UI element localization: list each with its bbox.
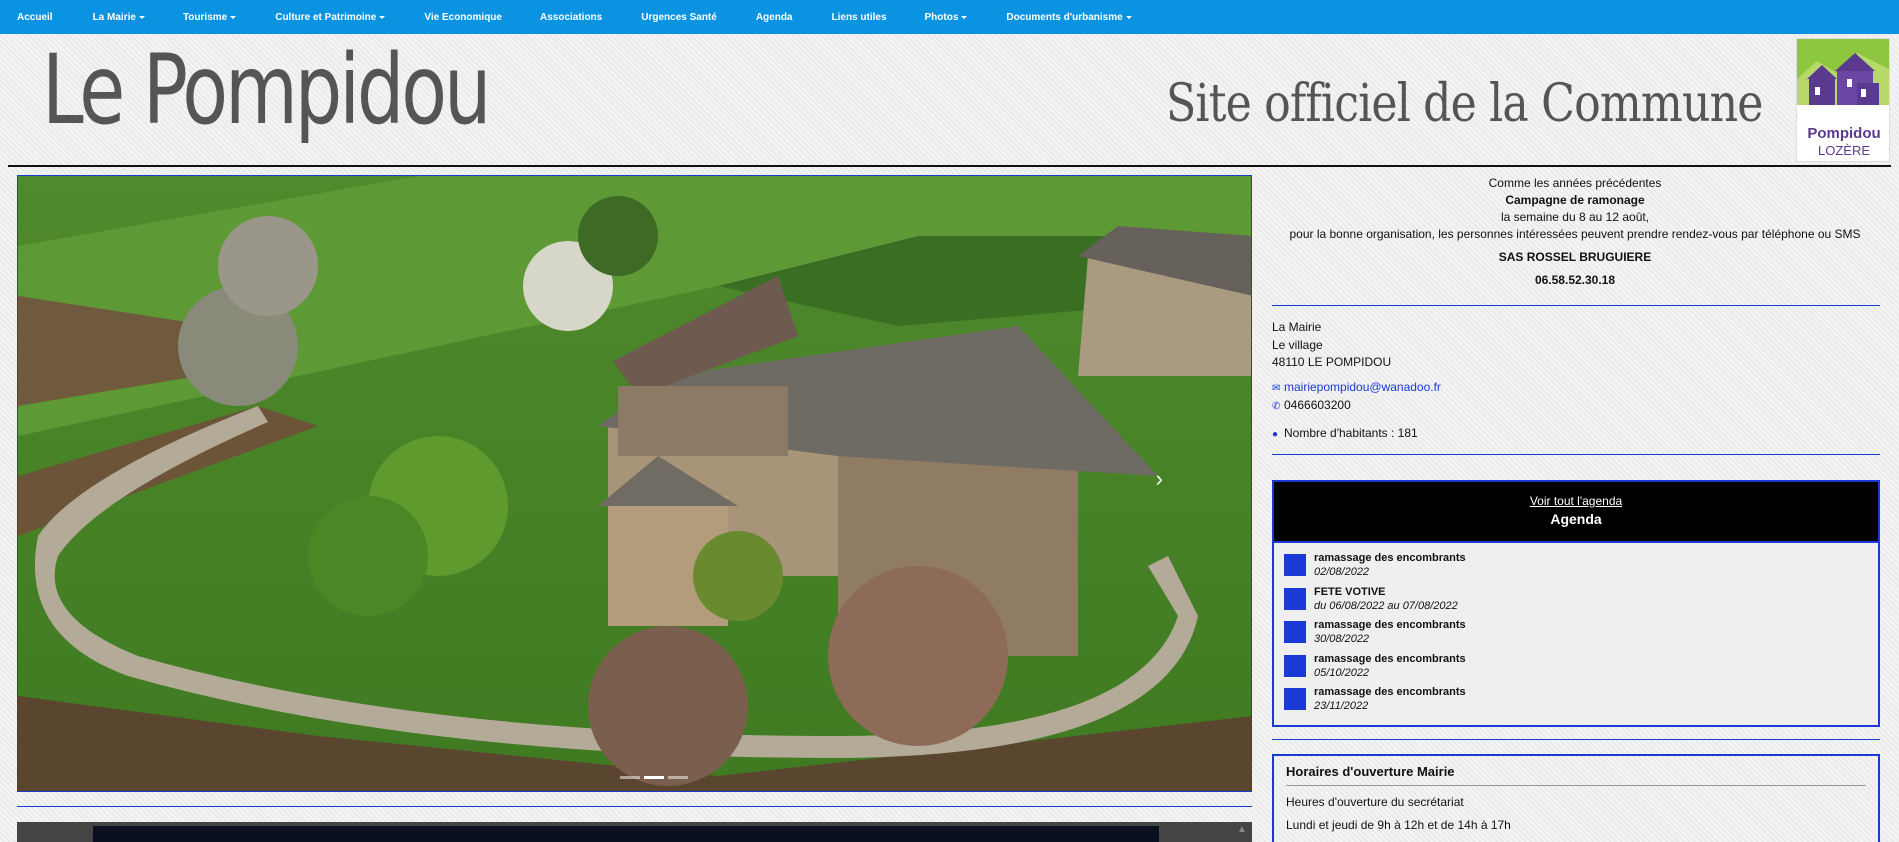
- agenda-item-date: du 06/08/2022 au 07/08/2022: [1314, 599, 1458, 612]
- agenda-item-title: ramassage des encombrants: [1314, 686, 1466, 698]
- section-divider: [1272, 454, 1880, 455]
- agenda-item-title: ramassage des encombrants: [1314, 619, 1466, 631]
- nav-label: Associations: [539, 11, 603, 23]
- opening-hours-widget: Horaires d'ouverture Mairie Heures d'ouv…: [1272, 754, 1880, 842]
- nav-label: Accueil: [17, 11, 53, 23]
- nav-label: Photos: [924, 11, 959, 23]
- agenda-widget: Voir tout l'agenda Agenda ramassage des …: [1272, 480, 1880, 727]
- top-navbar: Accueil La Mairie Tourisme Culture et Pa…: [0, 0, 1899, 34]
- nav-item-agenda[interactable]: Agenda: [756, 0, 793, 34]
- nav-item-liens-utiles[interactable]: Liens utiles: [832, 0, 887, 34]
- nav-label: Culture et Patrimoine: [275, 11, 377, 23]
- nav-item-accueil[interactable]: Accueil: [17, 0, 53, 34]
- chimney-sweep-notice: Comme les années précédentes Campagne de…: [1270, 175, 1880, 289]
- carousel-next-icon[interactable]: ›: [1156, 466, 1163, 492]
- hours-line: Heures d'ouverture du secrétariat: [1286, 795, 1464, 809]
- carousel-dot[interactable]: [668, 776, 688, 779]
- contact-city: 48110 LE POMPIDOU: [1272, 355, 1392, 369]
- agenda-item[interactable]: ramassage des encombrants 30/08/2022: [1284, 618, 1868, 652]
- carousel-dot[interactable]: [620, 776, 640, 779]
- contact-street: Le village: [1272, 337, 1323, 352]
- agenda-item-title: ramassage des encombrants: [1314, 552, 1466, 564]
- nav-item-culture[interactable]: Culture et Patrimoine: [275, 0, 386, 34]
- nav-item-tourisme[interactable]: Tourisme: [182, 0, 237, 34]
- header-divider: [8, 165, 1891, 167]
- users-icon: ●: [1272, 428, 1279, 440]
- calendar-icon: [1284, 554, 1306, 576]
- nav-item-urgences-sante[interactable]: Urgences Santé: [641, 0, 717, 34]
- calendar-icon: [1284, 654, 1306, 677]
- agenda-list: ramassage des encombrants 02/08/2022 FETE…: [1274, 543, 1878, 719]
- agenda-header: Voir tout l'agenda Agenda: [1274, 482, 1878, 543]
- nav-label: Agenda: [755, 11, 793, 23]
- section-divider: [1272, 739, 1880, 740]
- envelope-icon: ✉: [1272, 382, 1281, 394]
- notice-line: Comme les années précédentes: [1488, 176, 1662, 190]
- notice-company: SAS ROSSEL BRUGUIERE: [1498, 250, 1652, 264]
- notice-heading: Campagne de ramonage: [1505, 193, 1645, 207]
- commune-logo[interactable]: Pompidou LOZÈRE: [1796, 38, 1890, 162]
- caret-down-icon: [961, 15, 968, 19]
- carousel-dot[interactable]: [644, 776, 664, 779]
- caret-down-icon: [1125, 15, 1132, 19]
- nav-item-vie-economique[interactable]: Vie Economique: [424, 0, 502, 34]
- agenda-item-title: ramassage des encombrants: [1314, 652, 1466, 665]
- nav-item-documents-urbanisme[interactable]: Documents d'urbanisme: [1006, 0, 1132, 34]
- notice-phone: 06.58.52.30.18: [1534, 273, 1616, 287]
- video-embed[interactable]: [17, 822, 1252, 842]
- video-frame: [93, 826, 1159, 842]
- notice-line: la semaine du 8 au 12 août,: [1500, 210, 1650, 224]
- agenda-item-title: FETE VOTIVE: [1314, 585, 1386, 598]
- section-divider: [1272, 305, 1880, 306]
- hours-title: Horaires d'ouverture Mairie: [1286, 764, 1866, 786]
- nav-label: Vie Economique: [424, 11, 502, 23]
- agenda-item[interactable]: ramassage des encombrants 02/08/2022: [1284, 551, 1868, 585]
- caret-down-icon: [379, 15, 386, 19]
- carousel-indicators: [620, 776, 688, 779]
- logo-text-lozere: LOZÈRE: [1817, 143, 1870, 158]
- agenda-item[interactable]: FETE VOTIVE du 06/08/2022 au 07/08/2022: [1284, 585, 1868, 619]
- nav-label: Tourisme: [182, 11, 228, 23]
- mairie-contact: La Mairie Le village 48110 LE POMPIDOU ✉…: [1272, 319, 1441, 443]
- nav-label: Urgences Santé: [641, 11, 717, 23]
- contact-name: La Mairie: [1272, 320, 1322, 334]
- population-count: Nombre d'habitants : 181: [1284, 425, 1418, 440]
- agenda-title: Agenda: [1550, 511, 1602, 527]
- calendar-icon: [1284, 587, 1306, 610]
- nav-label: Liens utiles: [831, 11, 887, 23]
- site-name[interactable]: Le Pompidou: [42, 34, 491, 146]
- calendar-icon: [1284, 688, 1306, 710]
- scroll-up-icon[interactable]: ▲: [1237, 824, 1247, 835]
- nav-item-associations[interactable]: Associations: [540, 0, 602, 34]
- agenda-item-date: 05/10/2022: [1314, 666, 1370, 679]
- content-divider: [17, 806, 1252, 807]
- contact-phone: 0466603200: [1284, 398, 1351, 412]
- see-all-agenda-link[interactable]: Voir tout l'agenda: [1274, 482, 1878, 508]
- village-logo-icon: [1797, 39, 1889, 123]
- nav-label: Documents d'urbanisme: [1006, 11, 1123, 23]
- nav-item-photos[interactable]: Photos: [925, 0, 968, 34]
- logo-text-pompidou: Pompidou: [1807, 125, 1881, 142]
- agenda-item[interactable]: ramassage des encombrants 23/11/2022: [1284, 685, 1868, 719]
- nav-item-la-mairie[interactable]: La Mairie: [93, 0, 145, 34]
- agenda-item-date: 23/11/2022: [1314, 700, 1369, 712]
- agenda-item[interactable]: ramassage des encombrants 05/10/2022: [1284, 652, 1868, 686]
- site-header: Le Pompidou Site officiel de la Commune …: [0, 34, 1899, 167]
- caret-down-icon: [138, 15, 145, 19]
- photo-carousel[interactable]: ›: [17, 175, 1252, 792]
- nav-label: La Mairie: [92, 11, 136, 23]
- email-link[interactable]: mairiepompidou@wanadoo.fr: [1284, 380, 1441, 394]
- notice-line: pour la bonne organisation, les personne…: [1289, 227, 1861, 241]
- phone-icon: ✆: [1272, 401, 1281, 412]
- church-landscape-photo: [18, 176, 1251, 791]
- agenda-item-date: 30/08/2022: [1314, 633, 1370, 645]
- hours-line: Lundi et jeudi de 9h à 12h et de 14h à 1…: [1286, 818, 1511, 832]
- site-tagline: Site officiel de la Commune: [1166, 74, 1763, 134]
- caret-down-icon: [230, 15, 237, 19]
- agenda-item-date: 02/08/2022: [1314, 566, 1370, 578]
- calendar-icon: [1284, 621, 1306, 643]
